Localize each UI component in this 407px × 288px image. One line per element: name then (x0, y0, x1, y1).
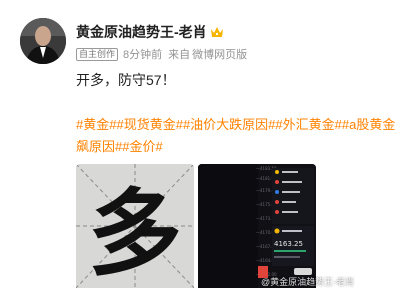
tag-oil-drop[interactable]: #油价大跌原因# (183, 117, 275, 132)
hashtag-block: #黄金##现货黄金##油价大跌原因##外汇黄金##a股黄金 飙原因##金价# (76, 114, 407, 158)
tag-spot-gold[interactable]: #现货黄金# (116, 117, 182, 132)
tag-reason[interactable]: 飙原因# (76, 139, 122, 154)
tag-a-share-gold[interactable]: #a股黄金 (342, 117, 395, 132)
post-time[interactable]: 8分钟前 (123, 46, 162, 62)
image-watermark: @黄金原油趋势王-老肖 (261, 277, 355, 287)
author-avatar[interactable] (20, 18, 66, 64)
tag-gold[interactable]: #黄金# (76, 117, 116, 132)
tag-forex-gold[interactable]: #外汇黄金# (275, 117, 341, 132)
chart-price: 4163.25 (274, 240, 303, 248)
tag-gold-price[interactable]: #金价# (122, 139, 162, 154)
post-image-trading-app[interactable]: —4183.50 —4181.90 —4179.45 —4175.80 —417… (198, 164, 316, 288)
post-text: 开多，防守57！ (76, 72, 176, 88)
tag-line-2: 飙原因##金价# (76, 136, 407, 158)
source-name: 微博网页版 (192, 49, 248, 61)
post-image-calligraphy[interactable]: 多 (76, 164, 194, 288)
tag-line-1: #黄金##现货黄金##油价大跌原因##外汇黄金##a股黄金 (76, 114, 407, 136)
calligraphy-character: 多 (88, 179, 182, 288)
original-content-badge: 自主创作 (76, 47, 119, 61)
crown-icon (210, 27, 223, 37)
author-name[interactable]: 黄金原油趋势王-老肖 (76, 22, 207, 42)
source-label: 来自 (168, 49, 191, 61)
